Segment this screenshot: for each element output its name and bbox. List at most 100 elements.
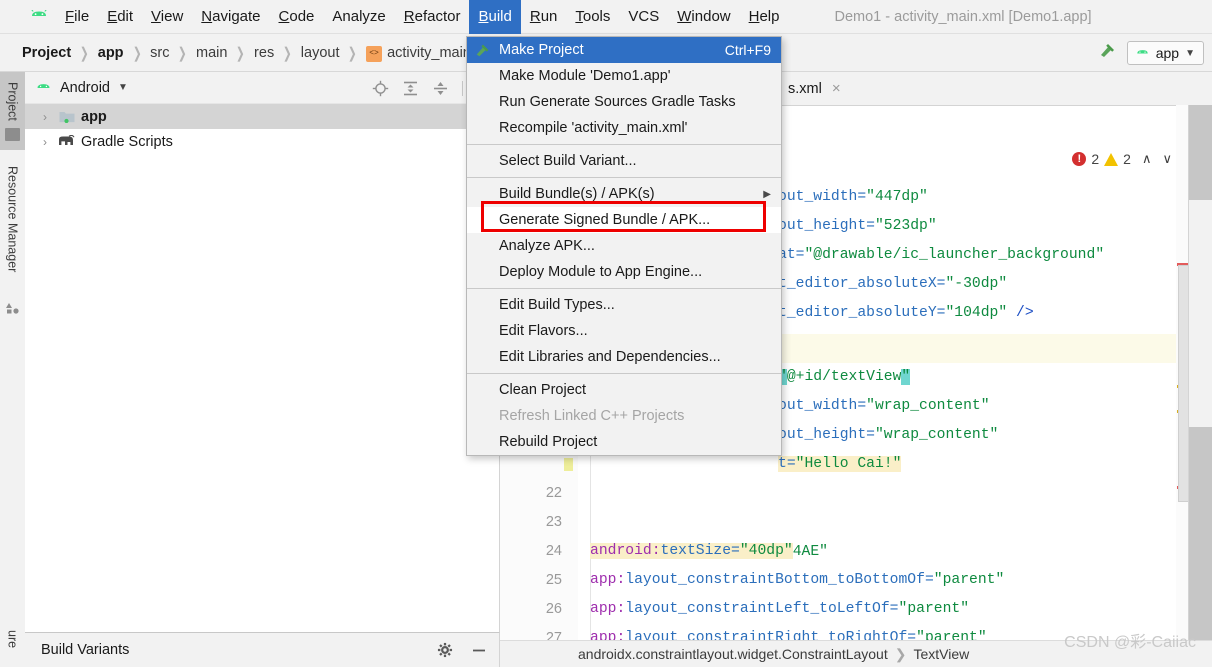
build-variants-panel[interactable]: Build Variants — [25, 632, 500, 667]
minimize-icon[interactable] — [471, 642, 487, 658]
menu-vcs[interactable]: VCS — [619, 3, 668, 31]
breadcrumb-project[interactable]: Project — [22, 45, 71, 61]
menu-item-select-build-variant[interactable]: Select Build Variant... — [467, 148, 781, 174]
tree-item-gradle-scripts[interactable]: › Gradle Scripts — [25, 129, 499, 154]
error-icon: ! — [1072, 152, 1087, 166]
menu-run[interactable]: Run — [521, 3, 567, 31]
breadcrumb-activity-main[interactable]: activity_main — [387, 45, 471, 61]
breadcrumb-separator: ❯ — [80, 44, 89, 62]
menu-navigate[interactable]: Navigate — [192, 3, 269, 31]
menu-separator — [467, 144, 781, 145]
project-panel: Android ▼ › app › Gradle Scripts — [25, 72, 500, 632]
menu-tools[interactable]: Tools — [566, 3, 619, 31]
menu-item-label: Edit Build Types... — [499, 297, 615, 313]
menu-bar: File Edit View Navigate Code Analyze Ref… — [0, 0, 1212, 34]
chevron-down-icon[interactable]: ▼ — [118, 82, 128, 93]
hammer-icon[interactable] — [1097, 41, 1117, 66]
menu-separator — [467, 373, 781, 374]
menu-item-shortcut: Ctrl+F9 — [724, 42, 771, 58]
project-view-selector[interactable]: Android — [60, 80, 110, 96]
menu-item-recompile[interactable]: Recompile 'activity_main.xml' — [467, 115, 781, 141]
menu-view[interactable]: View — [142, 3, 192, 31]
menu-item-deploy-module-app-engine[interactable]: Deploy Module to App Engine... — [467, 259, 781, 285]
menu-item-refresh-linked-cpp-projects: Refresh Linked C++ Projects — [467, 403, 781, 429]
menu-item-edit-flavors[interactable]: Edit Flavors... — [467, 318, 781, 344]
sidebar-tab-structure-label: ure — [5, 630, 20, 649]
breadcrumb-app[interactable]: app — [98, 45, 124, 61]
bottom-breadcrumb-textview[interactable]: TextView — [913, 646, 969, 662]
breadcrumb-layout[interactable]: layout — [301, 45, 340, 61]
build-variants-tools — [437, 642, 487, 658]
sidebar-tab-structure[interactable]: ure — [0, 620, 25, 667]
menu-code[interactable]: Code — [270, 3, 324, 31]
editor-tab-activity-main-xml[interactable]: s.xml × — [782, 76, 847, 101]
right-tab-top[interactable] — [1189, 105, 1212, 200]
right-tool-strip — [1188, 105, 1212, 667]
menu-item-label: Deploy Module to App Engine... — [499, 264, 703, 280]
menu-file[interactable]: File — [56, 3, 98, 31]
gutter-change-marker — [564, 458, 573, 471]
chevron-right-icon[interactable]: › — [37, 135, 53, 149]
close-icon[interactable]: × — [832, 80, 841, 97]
folder-icon — [5, 128, 20, 141]
menu-item-label: Clean Project — [499, 382, 587, 398]
expand-all-icon[interactable] — [402, 80, 419, 97]
menu-item-label: Generate Signed Bundle / APK... — [499, 212, 711, 228]
breadcrumb-src[interactable]: src — [150, 45, 169, 61]
menu-item-build-bundle-apk[interactable]: Build Bundle(s) / APK(s) ▶ — [467, 181, 781, 207]
tree-item-app[interactable]: › app — [25, 104, 499, 129]
toolbar-divider — [462, 80, 463, 96]
sidebar-tab-resource-manager[interactable]: Resource Manager — [0, 156, 25, 321]
menu-item-clean-project[interactable]: Clean Project — [467, 377, 781, 403]
menu-item-run-generate-sources[interactable]: Run Generate Sources Gradle Tasks — [467, 89, 781, 115]
menu-item-make-module[interactable]: Make Module 'Demo1.app' — [467, 63, 781, 89]
menu-item-rebuild-project[interactable]: Rebuild Project — [467, 429, 781, 455]
menu-item-edit-build-types[interactable]: Edit Build Types... — [467, 292, 781, 318]
android-icon — [1136, 49, 1148, 53]
navbar-actions: app ▼ — [1097, 34, 1204, 72]
breadcrumb-main[interactable]: main — [196, 45, 227, 61]
menu-item-label: Refresh Linked C++ Projects — [499, 408, 685, 424]
run-config-selector[interactable]: app ▼ — [1126, 41, 1204, 65]
next-problem-icon[interactable]: ∨ — [1162, 151, 1172, 167]
gear-icon[interactable] — [437, 642, 453, 658]
menu-item-label: Edit Libraries and Dependencies... — [499, 349, 721, 365]
menu-build[interactable]: Build — [469, 0, 521, 34]
bottom-breadcrumb-constraintlayout[interactable]: androidx.constraintlayout.widget.Constra… — [578, 646, 888, 662]
menu-refactor[interactable]: Refactor — [395, 3, 470, 31]
menu-item-label: Make Project — [499, 42, 584, 58]
menu-item-label: Select Build Variant... — [499, 153, 637, 169]
breadcrumb-separator: ❯ — [283, 44, 292, 62]
collapse-all-icon[interactable] — [432, 80, 449, 97]
menu-edit[interactable]: Edit — [98, 3, 142, 31]
inspection-widget[interactable]: ! 2 2 ∧ ∨ — [1072, 151, 1172, 167]
menu-item-make-project[interactable]: Make Project Ctrl+F9 — [467, 37, 781, 63]
error-count: 2 — [1091, 151, 1100, 167]
menu-analyze[interactable]: Analyze — [323, 3, 394, 31]
menu-window[interactable]: Window — [668, 3, 739, 31]
menu-separator — [467, 177, 781, 178]
menu-item-label: Recompile 'activity_main.xml' — [499, 120, 688, 136]
menu-item-analyze-apk[interactable]: Analyze APK... — [467, 233, 781, 259]
gradle-elephant-icon — [59, 135, 75, 145]
menu-item-edit-libraries-dependencies[interactable]: Edit Libraries and Dependencies... — [467, 344, 781, 370]
chevron-right-icon[interactable]: › — [37, 110, 53, 124]
editor-tab-label: s.xml — [788, 80, 822, 97]
menu-help[interactable]: Help — [740, 3, 789, 31]
left-tool-strip: Project Resource Manager ure — [0, 72, 26, 667]
tree-item-gradle-scripts-label: Gradle Scripts — [81, 133, 173, 150]
tree-item-app-label: app — [81, 108, 107, 125]
code-line-text: t_editor_absoluteY="104dp" /> — [778, 305, 1034, 322]
window-title: Demo1 - activity_main.xml [Demo1.app] — [834, 8, 1092, 25]
build-menu-dropdown[interactable]: Make Project Ctrl+F9 Make Module 'Demo1.… — [466, 36, 782, 456]
menu-item-label: Analyze APK... — [499, 238, 595, 254]
shapes-icon — [6, 303, 19, 314]
prev-problem-icon[interactable]: ∧ — [1142, 151, 1152, 167]
run-config-label: app — [1155, 45, 1180, 61]
breadcrumb: Project ❯ app ❯ src ❯ main ❯ res ❯ layou… — [22, 44, 471, 62]
menu-item-generate-signed-bundle-apk[interactable]: Generate Signed Bundle / APK... — [467, 207, 781, 233]
breadcrumb-res[interactable]: res — [254, 45, 274, 61]
breadcrumb-separator: ❯ — [132, 44, 142, 62]
locate-icon[interactable] — [372, 80, 389, 97]
breadcrumb-separator: ❯ — [236, 44, 246, 62]
